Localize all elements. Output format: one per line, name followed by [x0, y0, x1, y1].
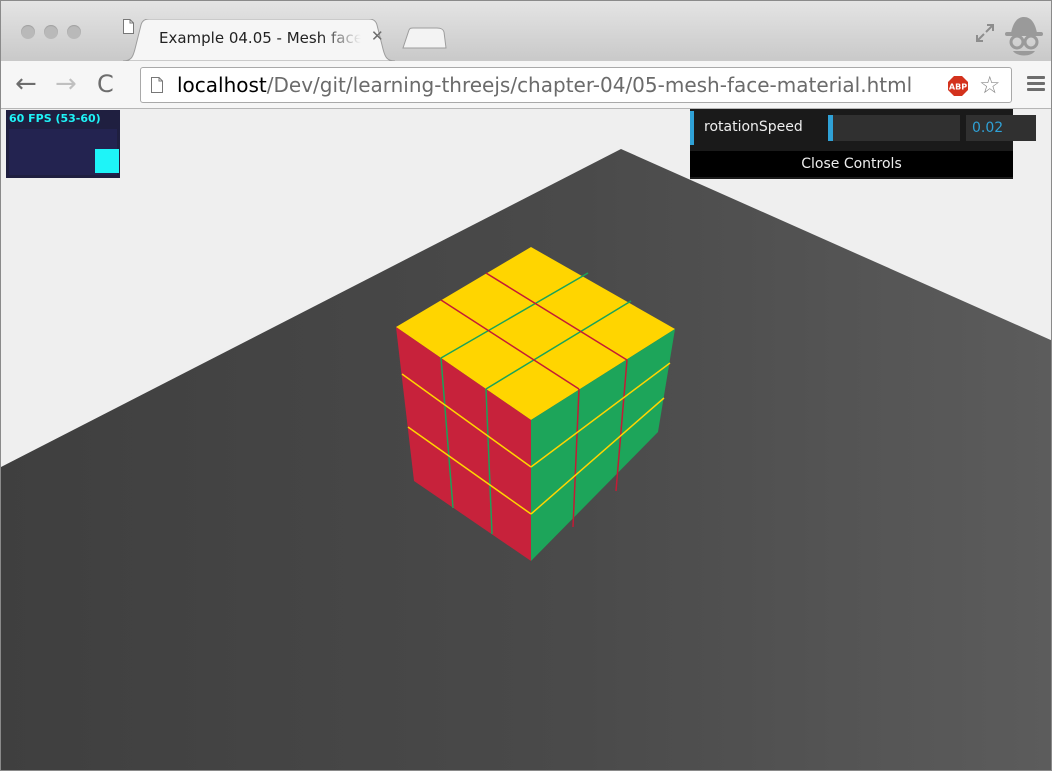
tab-strip: Example 04.05 - Mesh face material ✕ — [1, 1, 1051, 61]
tab-title-fade — [321, 27, 371, 51]
tab-page-icon — [123, 19, 134, 34]
back-icon[interactable]: ← — [15, 69, 37, 99]
close-window-button[interactable] — [21, 25, 35, 39]
minimize-window-button[interactable] — [44, 25, 58, 39]
rotation-speed-slider-fill — [828, 115, 833, 141]
fps-stats-panel[interactable]: 60 FPS (53-60) — [6, 110, 120, 178]
incognito-icon — [1005, 17, 1043, 56]
close-controls-button[interactable]: Close Controls — [690, 151, 1013, 177]
rotation-speed-slider[interactable] — [828, 115, 960, 141]
browser-window: Example 04.05 - Mesh face material ✕ ← →… — [0, 0, 1052, 771]
rotation-speed-label: rotationSpeed — [704, 119, 803, 135]
url-path: /Dev/git/learning-threejs/chapter-04/05-… — [266, 73, 913, 97]
fps-readout: 60 FPS (53-60) — [9, 112, 101, 125]
url-host: localhost — [177, 73, 267, 97]
url-text[interactable]: localhost/Dev/git/learning-threejs/chapt… — [177, 72, 912, 98]
menu-icon[interactable] — [1027, 76, 1045, 92]
new-tab-button[interactable] — [401, 27, 447, 49]
svg-text:ABP: ABP — [949, 83, 967, 92]
tab-close-icon[interactable]: ✕ — [371, 27, 384, 45]
fullscreen-icon[interactable] — [975, 23, 995, 43]
rotation-speed-input[interactable]: 0.02 — [966, 115, 1036, 141]
dat-gui-panel: rotationSpeed 0.02 Close Controls — [690, 109, 1036, 179]
reload-icon[interactable]: C — [97, 69, 114, 99]
scene-canvas — [1, 149, 1051, 770]
tab-active[interactable]: Example 04.05 - Mesh face material ✕ — [123, 19, 395, 61]
webgl-viewport[interactable]: 60 FPS (53-60) rotationSpeed 0.02 Close … — [1, 109, 1051, 770]
page-icon — [151, 77, 163, 93]
address-bar[interactable]: localhost/Dev/git/learning-threejs/chapt… — [140, 67, 1012, 103]
zoom-window-button[interactable] — [67, 25, 81, 39]
rotation-speed-controller: rotationSpeed 0.02 — [690, 111, 1036, 145]
adblock-icon[interactable]: ABP — [947, 75, 969, 97]
star-icon[interactable]: ☆ — [979, 71, 1001, 99]
fps-graph — [9, 129, 119, 175]
fps-graph-bar — [95, 149, 119, 173]
browser-toolbar: ← → C localhost/Dev/git/learning-threejs… — [1, 61, 1051, 109]
forward-icon[interactable]: → — [55, 69, 77, 99]
